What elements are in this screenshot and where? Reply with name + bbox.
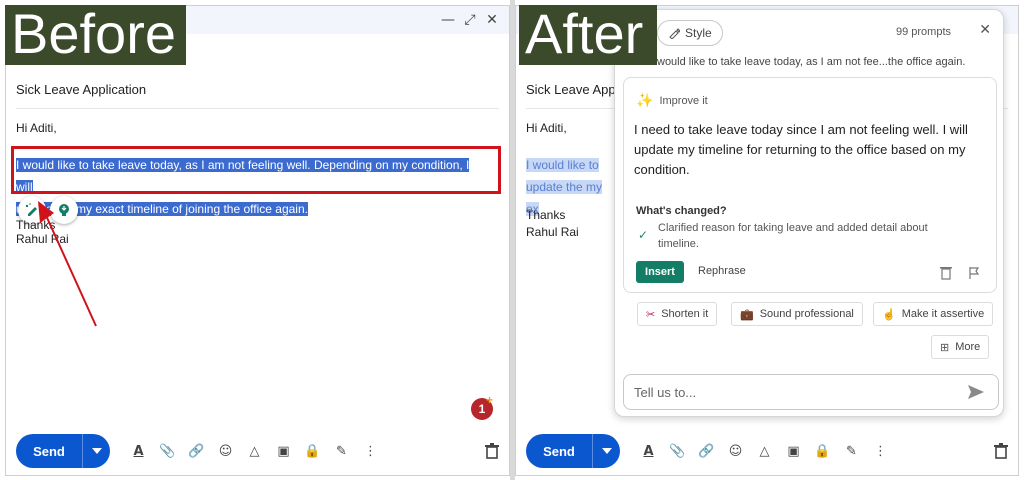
- badge-plus-icon: +: [486, 393, 494, 407]
- after-label: After: [519, 5, 657, 65]
- minimize-icon[interactable]: —: [441, 12, 455, 28]
- format-text-icon[interactable]: A: [634, 444, 663, 459]
- rephrase-button[interactable]: Rephrase: [698, 265, 746, 277]
- briefcase-icon: 💼: [740, 308, 754, 321]
- send-options-button[interactable]: [82, 434, 110, 468]
- close-icon[interactable]: ✕: [485, 12, 499, 28]
- make-assertive-label: Make it assertive: [901, 308, 985, 320]
- more-label: More: [955, 341, 981, 353]
- insert-button[interactable]: Insert: [636, 261, 684, 283]
- sender-name-after: Rahul Rai: [526, 225, 579, 239]
- expand-icon[interactable]: ⤢: [463, 12, 477, 28]
- compose-window-before: — ⤢ ✕ Sick Leave Application Hi Aditi, I…: [5, 5, 510, 476]
- improve-label: Improve it: [659, 94, 708, 107]
- grid-plus-icon: ⊞: [940, 341, 950, 354]
- more-options-icon[interactable]: ⋮: [866, 444, 895, 459]
- attach-icon[interactable]: 📎: [663, 444, 692, 459]
- more-button[interactable]: ⊞ More: [931, 335, 990, 359]
- drive-icon[interactable]: △: [750, 444, 779, 459]
- link-icon[interactable]: 🔗: [692, 444, 721, 459]
- checkmark-icon: ✓: [638, 228, 649, 242]
- window-controls: — ⤢ ✕: [441, 12, 499, 28]
- send-button[interactable]: Send: [16, 434, 82, 468]
- trash-icon[interactable]: [994, 443, 1008, 459]
- highlight-box: [11, 146, 501, 194]
- more-options-icon[interactable]: ⋮: [356, 444, 385, 459]
- compose-toolbar-after: Send A 📎 🔗 ☺ △ ▣ 🔒 ✎ ⋮: [526, 434, 1008, 468]
- subject-field-after[interactable]: Sick Leave App: [526, 82, 616, 97]
- pen-icon: [669, 28, 680, 39]
- prompt-box: [623, 374, 999, 410]
- compose-window-after: Sick Leave App Hi Aditi, I would like to…: [515, 5, 1019, 476]
- shorten-label: Shorten it: [661, 308, 709, 320]
- prompt-input[interactable]: [634, 384, 934, 400]
- sound-professional-button[interactable]: 💼 Sound professional: [731, 302, 863, 326]
- trash-icon[interactable]: [485, 443, 499, 459]
- send-options-button[interactable]: [592, 434, 620, 468]
- sparkle-icon: ✨: [636, 92, 654, 108]
- greeting-text-after: Hi Aditi,: [526, 121, 567, 135]
- card-actions: [940, 266, 980, 280]
- send-arrow-icon[interactable]: [968, 384, 984, 400]
- signature-pen-icon[interactable]: ✎: [327, 444, 356, 459]
- improve-header: ✨ Improve it: [636, 92, 708, 109]
- delete-icon[interactable]: [940, 266, 952, 280]
- format-text-icon[interactable]: A: [124, 444, 153, 459]
- link-icon[interactable]: 🔗: [182, 444, 211, 459]
- flag-icon[interactable]: [968, 266, 980, 280]
- subject-field[interactable]: Sick Leave Application: [16, 82, 146, 97]
- compose-toolbar: Send A 📎 🔗 ☺ △ ▣ 🔒 ✎ ⋮: [16, 434, 499, 468]
- subject-divider: [16, 108, 499, 109]
- emoji-icon[interactable]: ☺: [721, 444, 750, 459]
- before-label: Before: [5, 5, 186, 65]
- chevron-down-icon: [91, 448, 102, 454]
- pointing-hand-icon: ☝: [882, 308, 896, 321]
- make-assertive-button[interactable]: ☝ Make it assertive: [873, 302, 994, 326]
- image-icon[interactable]: ▣: [269, 444, 298, 459]
- drive-icon[interactable]: △: [240, 444, 269, 459]
- whats-changed-desc: Clarified reason for taking leave and ad…: [658, 222, 928, 250]
- close-icon[interactable]: ✕: [979, 22, 991, 38]
- greeting-text: Hi Aditi,: [16, 121, 57, 135]
- original-text-excerpt: would like to take leave today, as I am …: [657, 56, 966, 68]
- sound-professional-label: Sound professional: [759, 308, 854, 320]
- selected-line-1-after: I would like to: [526, 158, 599, 172]
- signoff-text-after: Thanks: [526, 208, 566, 222]
- send-button[interactable]: Send: [526, 434, 592, 468]
- help-me-write-panel: Style 99 prompts ✕ would like to take le…: [614, 9, 1004, 417]
- signature-pen-icon[interactable]: ✎: [837, 444, 866, 459]
- suggested-text: I need to take leave today since I am no…: [634, 122, 968, 177]
- chevron-down-icon: [601, 448, 612, 454]
- emoji-icon[interactable]: ☺: [211, 444, 240, 459]
- whats-changed-title: What's changed?: [636, 205, 727, 217]
- scissors-icon: ✂: [646, 308, 656, 321]
- red-arrow-icon: [38, 201, 97, 327]
- attach-icon[interactable]: 📎: [153, 444, 182, 459]
- style-button[interactable]: Style: [657, 20, 723, 46]
- suggestion-card: ✨ Improve it I need to take leave today …: [623, 77, 997, 293]
- image-icon[interactable]: ▣: [779, 444, 808, 459]
- confidential-icon[interactable]: 🔒: [298, 444, 327, 459]
- prompts-count: 99 prompts: [895, 26, 951, 38]
- style-label: Style: [685, 26, 712, 40]
- shorten-button[interactable]: ✂ Shorten it: [637, 302, 718, 326]
- confidential-icon[interactable]: 🔒: [808, 444, 837, 459]
